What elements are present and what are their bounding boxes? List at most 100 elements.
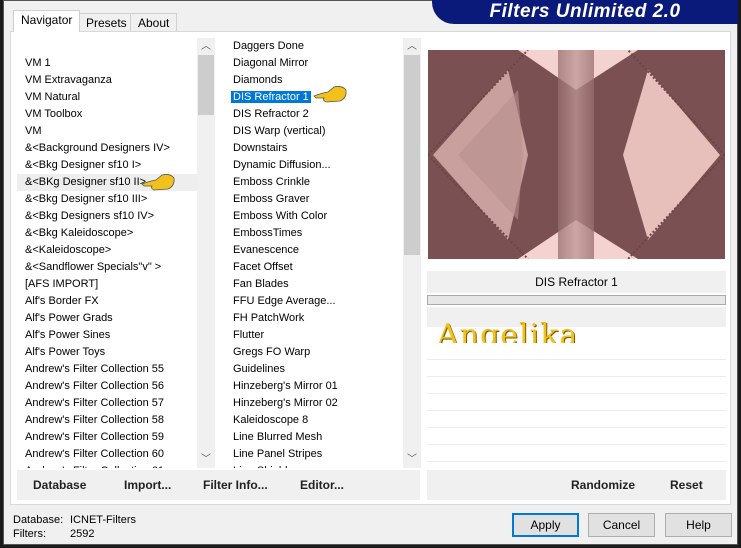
list-item[interactable]: Alf's Border FX [17, 293, 197, 310]
database-button[interactable]: Database [33, 478, 86, 492]
cancel-button[interactable]: Cancel [588, 513, 655, 537]
list-item-label: Daggers Done [233, 40, 304, 52]
list-item[interactable]: VM Natural [17, 89, 197, 106]
list-item[interactable]: Emboss With Color [225, 208, 403, 225]
list-item[interactable]: &<Bkg Kaleidoscope> [17, 225, 197, 242]
list-item[interactable]: DIS Refractor 2 [225, 106, 403, 123]
list-item[interactable]: &<Kaleidoscope> [17, 242, 197, 259]
list-item-label: &<Background Designers IV> [25, 142, 170, 154]
list-item-label: Alf's Power Grads [25, 312, 113, 324]
list-item[interactable]: DIS Warp (vertical) [225, 123, 403, 140]
editor-button[interactable]: Editor... [300, 478, 344, 492]
list-item[interactable]: Gregs FO Warp [225, 344, 403, 361]
list-item-label: FFU Edge Average... [233, 295, 336, 307]
list-item[interactable]: Downstairs [225, 140, 403, 157]
list-item[interactable]: Emboss Crinkle [225, 174, 403, 191]
tab-presets[interactable]: Presets [78, 13, 135, 32]
list-item-label: Alf's Power Sines [25, 329, 111, 341]
list-item[interactable]: FFU Edge Average... [225, 293, 403, 310]
list-item[interactable]: Andrew's Filter Collection 55 [17, 361, 197, 378]
list-item-label: &<Bkg Designer sf10 III> [25, 193, 148, 205]
help-button[interactable]: Help [665, 513, 732, 537]
list-item[interactable]: Diagonal Mirror [225, 55, 403, 72]
list-item-label: &<Sandflower Specials"v" > [25, 261, 162, 273]
reset-button[interactable]: Reset [670, 478, 703, 492]
scroll-up-icon[interactable]: ︿ [403, 38, 421, 55]
list-item-label: EmbossTimes [233, 227, 303, 239]
list-item[interactable]: Andrew's Filter Collection 61 [17, 463, 197, 468]
list-item[interactable]: Andrew's Filter Collection 59 [17, 429, 197, 446]
apply-button[interactable]: Apply [512, 513, 579, 537]
list-item-label: Gregs FO Warp [233, 346, 311, 358]
list-item[interactable]: Fan Blades [225, 276, 403, 293]
list-item[interactable]: Alf's Power Sines [17, 327, 197, 344]
list-item[interactable]: Dynamic Diffusion... [225, 157, 403, 174]
list-item-label: VM [25, 125, 42, 137]
list-item[interactable]: Andrew's Filter Collection 60 [17, 446, 197, 463]
list-item[interactable]: Kaleidoscope 8 [225, 412, 403, 429]
list-item[interactable]: EmbossTimes [225, 225, 403, 242]
list-item[interactable]: VM Extravaganza [17, 72, 197, 89]
list-item[interactable]: Hinzeberg's Mirror 02 [225, 395, 403, 412]
list-item[interactable]: &<Background Designers IV> [17, 140, 197, 157]
list-item-label: VM 1 [25, 57, 51, 69]
randomize-button[interactable]: Randomize [571, 478, 635, 492]
tab-about[interactable]: About [130, 13, 178, 32]
list-item[interactable]: VM [17, 123, 197, 140]
list-item[interactable]: Alf's Power Grads [17, 310, 197, 327]
status-database-value: ICNET-Filters [70, 514, 136, 526]
scroll-thumb[interactable] [198, 55, 214, 115]
list-item[interactable]: VM 1 [17, 55, 197, 72]
scroll-thumb[interactable] [404, 55, 420, 255]
list-item[interactable]: &<Sandflower Specials"v" > [17, 259, 197, 276]
list-item-label: Downstairs [233, 142, 288, 154]
list-item[interactable]: Line Panel Stripes [225, 446, 403, 463]
list-item[interactable]: Daggers Done [225, 38, 403, 55]
status-filters-value: 2592 [70, 528, 95, 540]
list-item[interactable]: Line Blurred Mesh [225, 429, 403, 446]
tab-navigator[interactable]: Navigator [13, 10, 81, 32]
list-item[interactable]: VM Toolbox [17, 106, 197, 123]
list-item-label: DIS Refractor 1 [231, 91, 311, 103]
list-item-label: &<Bkg Designers sf10 IV> [25, 210, 155, 222]
list-item[interactable]: Guidelines [225, 361, 403, 378]
list-item[interactable]: Andrew's Filter Collection 56 [17, 378, 197, 395]
list-item-label: Andrew's Filter Collection 59 [25, 431, 165, 443]
list-item[interactable]: Andrew's Filter Collection 57 [17, 395, 197, 412]
list-item[interactable]: Flutter [225, 327, 403, 344]
filter-scrollbar[interactable]: ︿ ﹀ [403, 38, 421, 468]
list-item[interactable]: FH PatchWork [225, 310, 403, 327]
import-button[interactable]: Import... [124, 478, 171, 492]
list-item[interactable]: Line Shield... [225, 463, 403, 468]
list-item-label: &<Kaleidoscope> [25, 244, 112, 256]
app-title: Filters Unlimited 2.0 [432, 0, 738, 24]
list-item-label: Andrew's Filter Collection 55 [25, 363, 165, 375]
filter-preview [428, 50, 725, 259]
list-item-label: Emboss With Color [233, 210, 328, 222]
scroll-down-icon[interactable]: ﹀ [197, 451, 215, 468]
list-item-label: Flutter [233, 329, 265, 341]
category-list[interactable]: VM 1 VM Extravaganza VM Natural VM Toolbox V… [17, 38, 197, 468]
list-item[interactable]: Evanescence [225, 242, 403, 259]
list-item[interactable]: Hinzeberg's Mirror 01 [225, 378, 403, 395]
list-item[interactable]: Facet Offset [225, 259, 403, 276]
list-item[interactable]: [AFS IMPORT] [17, 276, 197, 293]
list-item-label: Dynamic Diffusion... [233, 159, 331, 171]
list-item-label: Emboss Graver [233, 193, 310, 205]
filter-info-button[interactable]: Filter Info... [203, 478, 268, 492]
list-item-label: Hinzeberg's Mirror 01 [233, 380, 338, 392]
list-item-label: &<Bkg Designer sf10 I> [25, 159, 142, 171]
list-item[interactable]: Alf's Power Toys [17, 344, 197, 361]
list-item-label: Facet Offset [233, 261, 293, 273]
list-item-label: Alf's Border FX [25, 295, 99, 307]
list-item-label: Andrew's Filter Collection 60 [25, 448, 165, 460]
category-scrollbar[interactable]: ︿ ﹀ [197, 38, 215, 468]
scroll-up-icon[interactable]: ︿ [197, 38, 215, 55]
list-item[interactable]: &<Bkg Designer sf10 III> [17, 191, 197, 208]
list-item[interactable]: Andrew's Filter Collection 58 [17, 412, 197, 429]
scroll-down-icon[interactable]: ﹀ [403, 451, 421, 468]
list-item[interactable]: &<Bkg Designers sf10 IV> [17, 208, 197, 225]
list-item-label: VM Natural [25, 91, 81, 103]
list-item[interactable] [17, 38, 197, 55]
list-item[interactable]: Emboss Graver [225, 191, 403, 208]
